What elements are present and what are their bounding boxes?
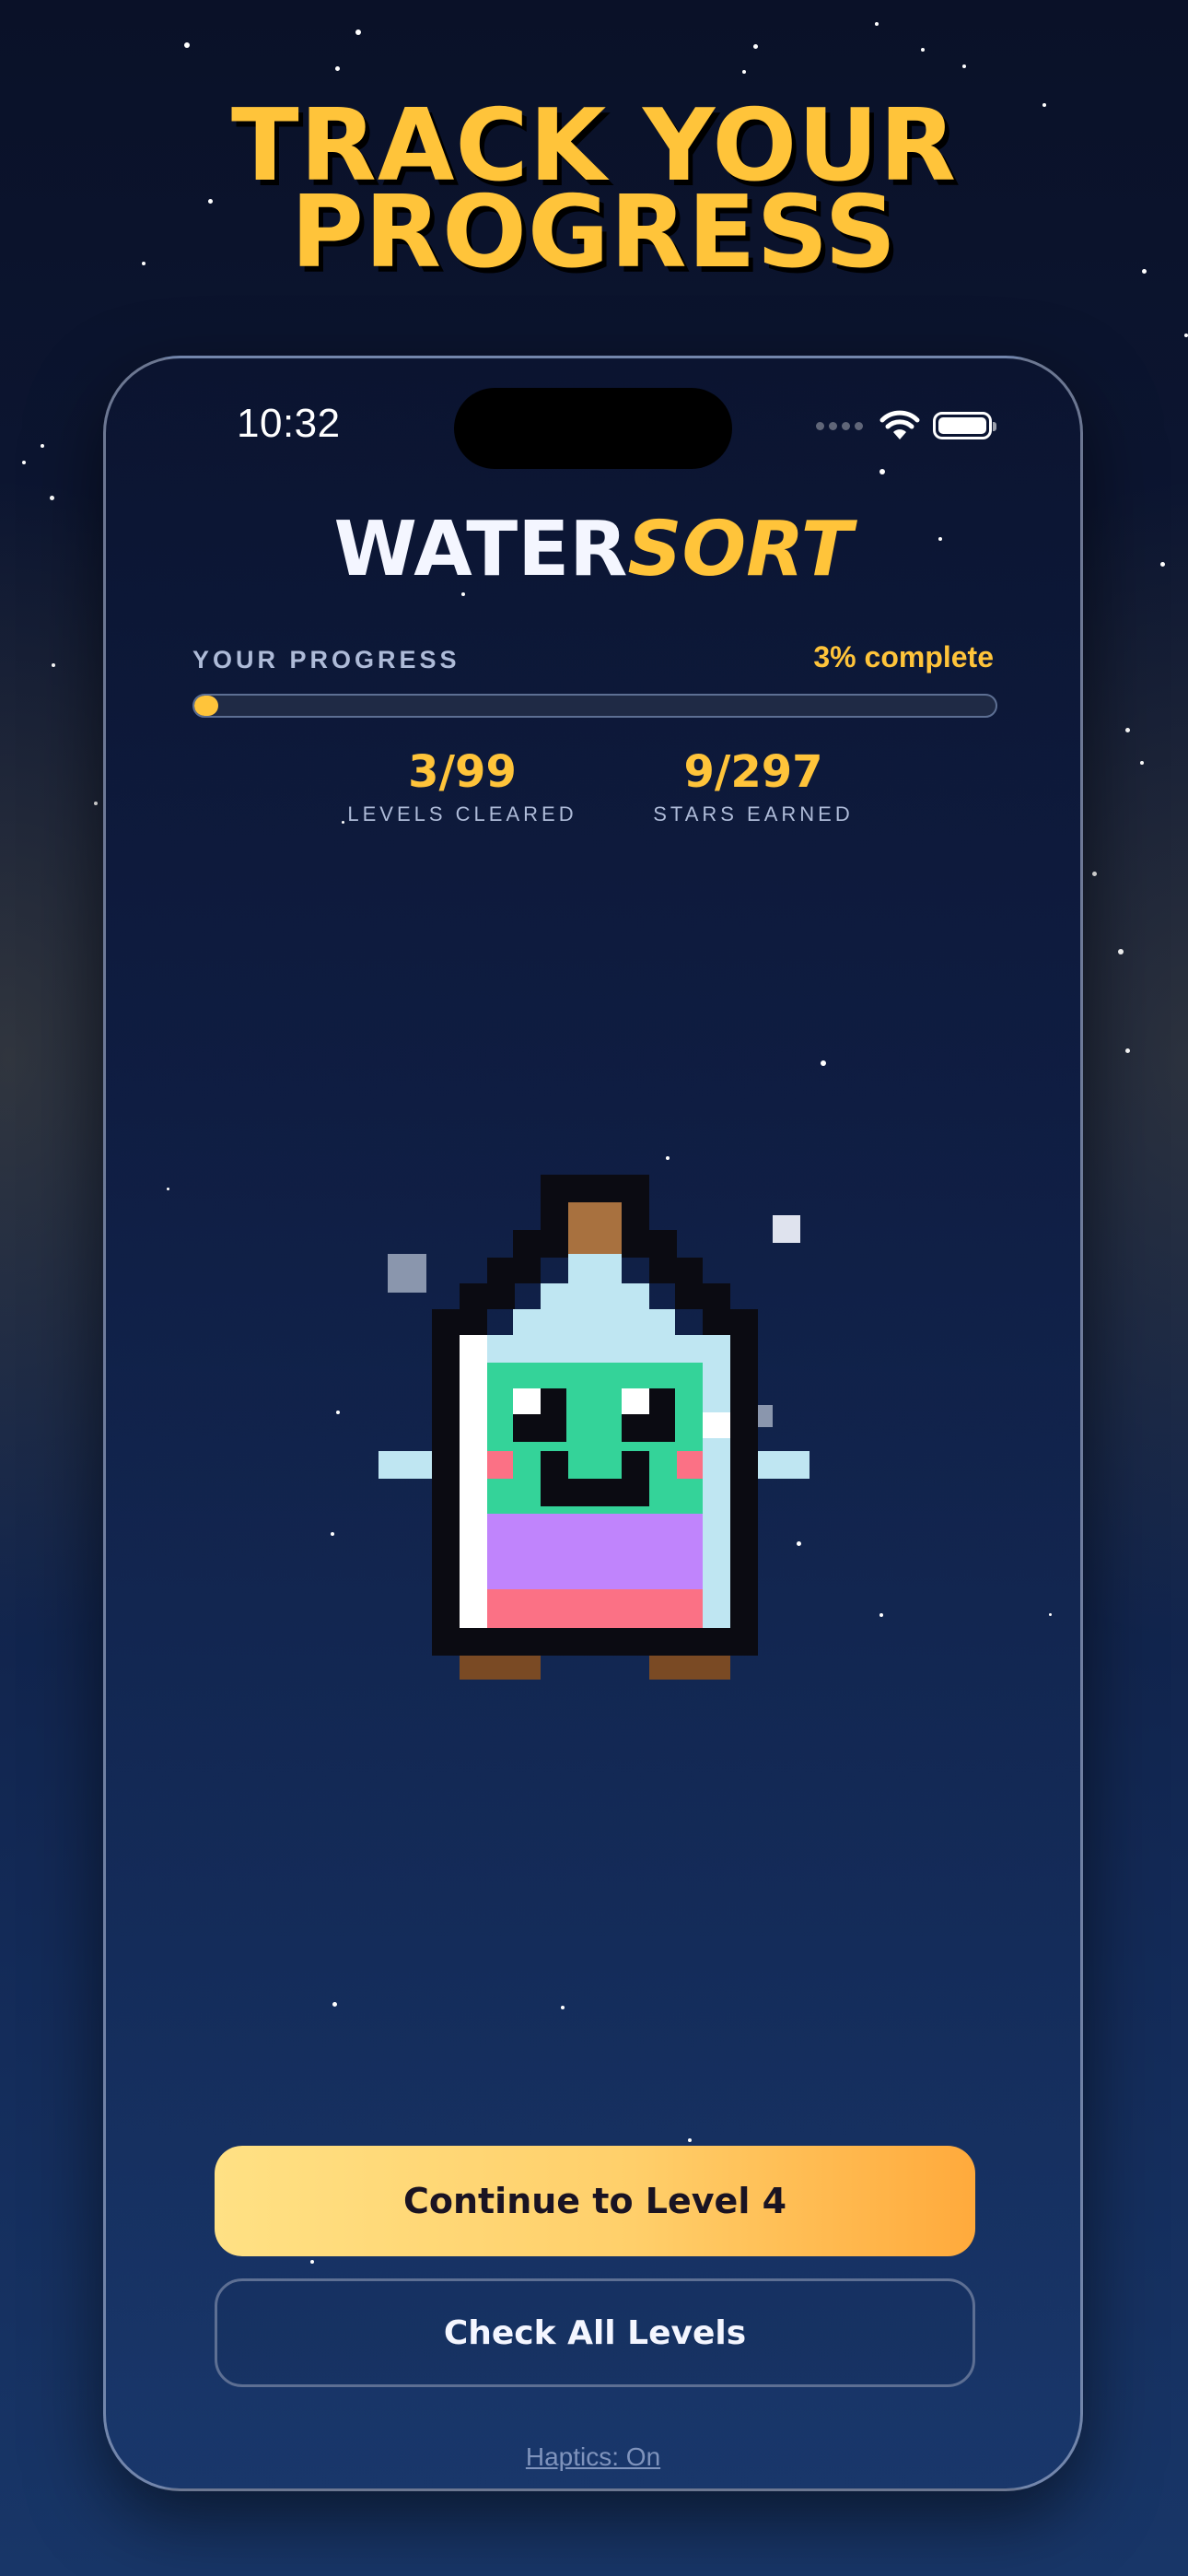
star — [331, 1532, 334, 1536]
star — [50, 496, 54, 500]
star — [753, 44, 758, 49]
star — [41, 444, 44, 448]
star — [1049, 1613, 1052, 1616]
stat-stars-earned: 9/297 STARS EARNED — [638, 745, 868, 826]
logo-water: WATER — [333, 506, 628, 593]
star — [184, 42, 190, 48]
stat-levels-cleared: 3/99 LEVELS CLEARED — [347, 745, 577, 826]
star — [742, 70, 746, 74]
star — [879, 1613, 883, 1617]
star — [336, 1411, 340, 1414]
wifi-icon — [879, 410, 920, 439]
star — [1118, 949, 1124, 954]
star — [821, 1060, 826, 1066]
star — [688, 2138, 692, 2142]
progress-percent: 3% complete — [813, 640, 994, 673]
star — [167, 1188, 169, 1190]
haptics-toggle-link[interactable]: Haptics: On — [106, 2442, 1080, 2472]
star — [335, 66, 340, 71]
star — [22, 461, 26, 464]
star — [52, 663, 55, 667]
star — [666, 1156, 670, 1160]
star — [1184, 334, 1188, 337]
star — [962, 64, 966, 68]
levels-cleared-caption: LEVELS CLEARED — [347, 802, 577, 825]
promo-title-line2: PROGRESS — [290, 175, 898, 290]
progress-label: YOUR PROGRESS — [192, 646, 460, 673]
star — [1125, 1048, 1130, 1053]
star — [342, 821, 344, 824]
star — [355, 29, 361, 35]
progress-bar — [192, 694, 997, 718]
star — [921, 48, 925, 52]
signal-icon — [816, 421, 863, 430]
app-logo: WATERSORT — [106, 506, 1080, 593]
star — [94, 802, 98, 805]
star — [310, 2260, 314, 2264]
star — [1160, 562, 1165, 567]
levels-cleared-value: 3/99 — [408, 746, 517, 798]
stars-earned-caption: STARS EARNED — [653, 802, 854, 825]
star — [797, 1541, 801, 1546]
star — [879, 469, 885, 474]
status-time: 10:32 — [237, 401, 341, 446]
status-icons — [816, 410, 996, 441]
progress-bar-fill — [194, 696, 219, 716]
check-all-levels-button[interactable]: Check All Levels — [215, 2278, 975, 2387]
phone-frame: 10:32 WATERSORT YOUR PROGRESS 3% complet… — [103, 356, 1083, 2491]
dynamic-island — [454, 388, 732, 469]
battery-icon — [933, 412, 996, 439]
star — [332, 2002, 337, 2007]
star — [1140, 761, 1144, 765]
star — [561, 2006, 565, 2009]
star — [1092, 872, 1097, 876]
star — [875, 22, 879, 26]
continue-button[interactable]: Continue to Level 4 — [215, 2146, 975, 2256]
promo-title: TRACK YOUR PROGRESS — [0, 97, 1188, 290]
logo-sort: SORT — [627, 506, 853, 593]
stars-earned-value: 9/297 — [683, 746, 823, 798]
star — [1125, 728, 1130, 732]
